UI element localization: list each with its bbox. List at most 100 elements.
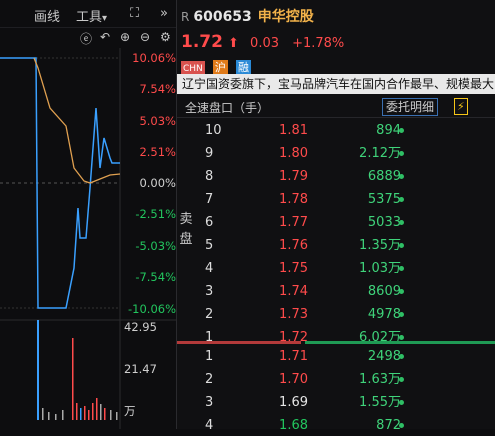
chart-toolbar: 画线 工具▾ ⛶ » <box>0 0 176 28</box>
bid-level: 1 <box>205 349 214 364</box>
dot-icon <box>399 289 404 294</box>
ask-level: 1 <box>205 330 214 345</box>
ask-price: 1.81 <box>279 123 308 138</box>
ask-level: 2 <box>205 307 214 322</box>
pct-label: -10.06% <box>128 302 176 316</box>
bid-row[interactable]: 1 1.71 2498 <box>177 346 495 367</box>
orderbook-header: 全速盘口（手） 委托明细 ⚡ <box>177 96 495 118</box>
bid-row[interactable]: 2 1.70 1.63万 <box>177 369 495 390</box>
ask-row[interactable]: 9 1.80 2.12万 <box>177 143 495 164</box>
bid-volume: 1.63万 <box>359 372 401 387</box>
ask-level: 7 <box>205 192 214 207</box>
stock-code: 600653 <box>193 9 252 25</box>
ask-volume: 6.02万 <box>359 330 401 345</box>
ask-row[interactable]: 5 1.76 1.35万 <box>177 235 495 256</box>
ask-price: 1.73 <box>279 307 308 322</box>
chart-panel: 画线 工具▾ ⛶ » ⓔ ↶ ⊕ ⊖ ⚙ 10.06% 7.54% 5.03% … <box>0 0 176 429</box>
ask-row[interactable]: 8 1.79 6889 <box>177 166 495 187</box>
ask-price: 1.80 <box>279 146 308 161</box>
ask-volume: 6889 <box>367 169 401 184</box>
ask-volume: 5033 <box>367 215 401 230</box>
dot-icon <box>399 354 404 359</box>
dot-icon <box>399 312 404 317</box>
ask-volume: 894 <box>376 123 401 138</box>
orderbook-title: 全速盘口（手） <box>185 101 270 115</box>
ask-price: 1.75 <box>279 261 308 276</box>
ask-row[interactable]: 1 1.72 6.02万 <box>177 327 495 348</box>
zoom-in-icon[interactable]: ⊕ <box>120 30 130 44</box>
dot-icon <box>399 243 404 248</box>
bid-row[interactable]: 4 1.68 872 <box>177 415 495 436</box>
ask-level: 4 <box>205 261 214 276</box>
vol-unit-label: 万 <box>124 404 136 418</box>
ask-row[interactable]: 3 1.74 8609 <box>177 281 495 302</box>
ask-volume: 1.03万 <box>359 261 401 276</box>
dot-icon <box>399 197 404 202</box>
bid-row[interactable]: 3 1.69 1.55万 <box>177 392 495 413</box>
fullscreen-icon[interactable]: ⛶ <box>130 6 139 21</box>
dot-icon <box>399 266 404 271</box>
flash-icon[interactable]: ⚡ <box>454 98 468 115</box>
ask-price: 1.77 <box>279 215 308 230</box>
tools-label: 工具 <box>76 10 103 25</box>
news-ticker[interactable]: 辽宁国资委旗下，宝马品牌汽车在国内合作最早、规模最大的 <box>177 74 495 94</box>
bid-level: 4 <box>205 418 214 433</box>
ask-volume: 5375 <box>367 192 401 207</box>
quote-panel: R 600653 申华控股 1.72 ⬆ 0.03 +1.78% CHN 沪 融 辽… <box>176 0 495 433</box>
ask-level: 3 <box>205 284 214 299</box>
ask-volume: 1.35万 <box>359 238 401 253</box>
dot-icon <box>399 400 404 405</box>
ask-row[interactable]: 2 1.73 4978 <box>177 304 495 325</box>
chart-icon-row: ⓔ ↶ ⊕ ⊖ ⚙ <box>0 28 176 48</box>
ask-row[interactable]: 10 1.81 894 <box>177 120 495 141</box>
dot-icon <box>399 335 404 340</box>
ask-volume: 8609 <box>367 284 401 299</box>
ask-row[interactable]: 6 1.77 5033 <box>177 212 495 233</box>
ask-price: 1.72 <box>279 330 308 345</box>
pct-label: 5.03% <box>139 114 176 128</box>
pct-label: 2.51% <box>139 145 176 159</box>
price-change: 0.03 <box>250 36 279 51</box>
dot-icon <box>399 151 404 156</box>
ask-level: 9 <box>205 146 214 161</box>
copyright-icon[interactable]: ⓔ <box>80 30 92 47</box>
chevron-down-icon: ▾ <box>102 13 108 24</box>
tools-menu[interactable]: 工具▾ <box>76 6 107 25</box>
vol-label: 42.95 <box>124 320 157 334</box>
zoom-out-icon[interactable]: ⊖ <box>140 30 150 44</box>
ask-price: 1.78 <box>279 192 308 207</box>
stock-name: 申华控股 <box>257 9 314 25</box>
dot-icon <box>399 377 404 382</box>
ask-row[interactable]: 4 1.75 1.03万 <box>177 258 495 279</box>
dot-icon <box>399 174 404 179</box>
price-change-pct: +1.78% <box>292 36 345 51</box>
ask-level: 8 <box>205 169 214 184</box>
entrust-detail-button[interactable]: 委托明细 <box>382 98 439 116</box>
bid-price: 1.69 <box>279 395 308 410</box>
ask-level: 10 <box>205 123 222 138</box>
ask-price: 1.79 <box>279 169 308 184</box>
settings-icon[interactable]: ⚙ <box>160 30 171 44</box>
bid-volume: 1.55万 <box>359 395 401 410</box>
ask-volume: 4978 <box>367 307 401 322</box>
ask-row[interactable]: 7 1.78 5375 <box>177 189 495 210</box>
pct-label: 7.54% <box>139 82 176 96</box>
dot-icon <box>399 220 404 225</box>
pct-label: -5.03% <box>135 239 176 253</box>
pct-label: -2.51% <box>135 207 176 221</box>
undo-icon[interactable]: ↶ <box>100 30 110 44</box>
bid-level: 3 <box>205 395 214 410</box>
up-arrow-icon: ⬆ <box>228 36 239 51</box>
current-price: 1.72 <box>181 32 223 52</box>
ask-level: 6 <box>205 215 214 230</box>
price-quote: 1.72 ⬆ 0.03 +1.78% <box>181 32 344 54</box>
market-tag: R <box>181 10 190 24</box>
more-icon[interactable]: » <box>160 6 168 21</box>
pct-label: -7.54% <box>135 270 176 284</box>
dot-icon <box>399 423 404 428</box>
bid-volume: 2498 <box>367 349 401 364</box>
ask-price: 1.76 <box>279 238 308 253</box>
draw-line-button[interactable]: 画线 <box>34 6 60 25</box>
bid-volume: 872 <box>376 418 401 433</box>
ask-volume: 2.12万 <box>359 146 401 161</box>
